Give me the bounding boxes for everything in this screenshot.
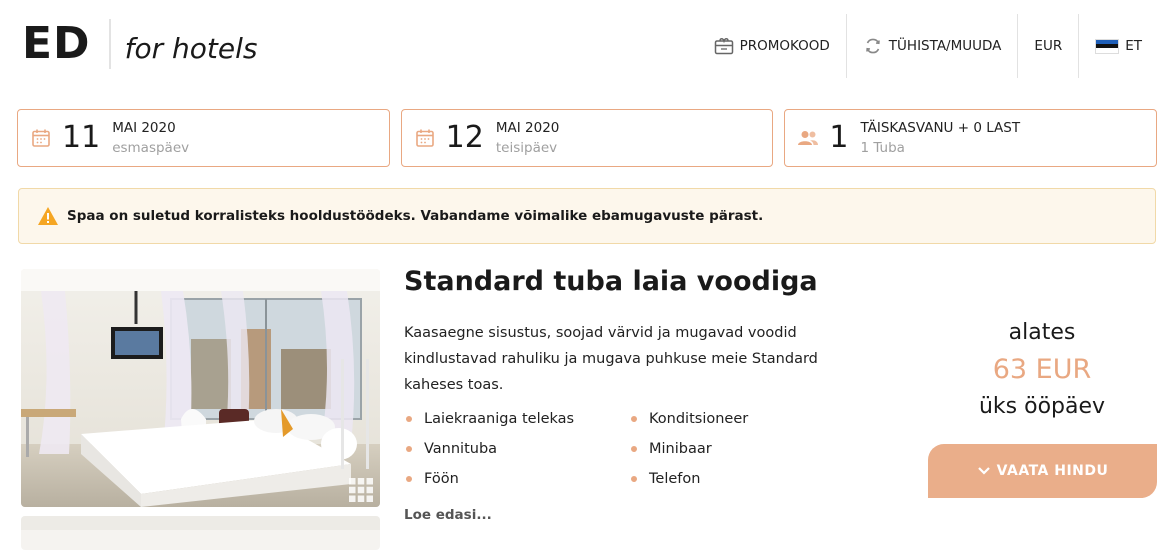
room-description: Kaasaegne sisustus, soojad värvid ja mug… xyxy=(404,325,818,393)
rooms-count: 1 Tuba xyxy=(860,140,905,156)
view-prices-button[interactable]: VAATA HINDU xyxy=(928,444,1157,498)
bullet-icon xyxy=(406,416,412,422)
room-photo[interactable] xyxy=(21,269,380,507)
guests-text: TÄISKASVANU + 0 LAST 1 Tuba xyxy=(860,120,1020,156)
amenity-item: Telefon xyxy=(631,468,856,490)
checkout-month: MAI 2020 xyxy=(495,120,560,136)
checkin-weekday: esmaspäev xyxy=(112,140,190,156)
gift-card-icon xyxy=(714,36,734,56)
bullet-icon xyxy=(631,416,637,422)
promo-code-label: PROMOKOOD xyxy=(739,38,830,54)
checkin-text: MAI 2020 esmaspäev xyxy=(112,120,189,156)
checkout-date-picker[interactable]: 12 MAI 2020 teisipäev xyxy=(400,109,774,167)
bullet-icon xyxy=(631,446,637,452)
amenity-label: Vannituba xyxy=(424,441,498,457)
checkout-text: MAI 2020 teisipäev xyxy=(496,120,560,156)
amenity-label: Konditsioneer xyxy=(649,411,749,427)
amenity-label: Föön xyxy=(424,471,459,487)
amenity-item: Minibaar xyxy=(631,438,856,460)
grid-icon[interactable] xyxy=(348,477,374,503)
bullet-icon xyxy=(406,476,412,482)
view-prices-label: VAATA HINDU xyxy=(996,463,1109,479)
amenity-item: Vannituba xyxy=(406,438,631,460)
guests-count: 1 xyxy=(829,120,849,155)
amenity-item: Laiekraaniga telekas xyxy=(406,408,631,430)
brand-logo[interactable]: ED for hotels xyxy=(22,18,257,70)
amenity-label: Telefon xyxy=(649,471,701,487)
estonian-flag-icon xyxy=(1095,38,1120,54)
calendar-icon xyxy=(30,127,52,149)
price-per-label: üks ööpäev xyxy=(978,394,1106,419)
language-selector[interactable]: ET xyxy=(1078,14,1158,78)
spa-closed-alert: Spaa on suletud korralisteks hooldustööd… xyxy=(18,188,1156,244)
checkout-day: 12 xyxy=(445,120,484,155)
logo-sub-text: for hotels xyxy=(124,31,258,65)
read-more-link[interactable]: Loe edasi... xyxy=(404,507,492,523)
room-title: Standard tuba laia voodiga xyxy=(404,266,818,297)
checkout-weekday: teisipäev xyxy=(495,140,558,156)
logo-main-text: ED xyxy=(22,18,91,69)
room-image xyxy=(21,269,380,507)
alert-message: Spaa on suletud korralisteks hooldustööd… xyxy=(67,208,764,224)
currency-label: EUR xyxy=(1034,38,1063,54)
checkin-month: MAI 2020 xyxy=(112,120,176,136)
amenity-label: Laiekraaniga telekas xyxy=(424,411,575,427)
cancel-modify-label: TÜHISTA/MUUDA xyxy=(888,38,1002,54)
checkin-date-picker[interactable]: 11 MAI 2020 esmaspäev xyxy=(17,109,390,167)
booking-bar: 11 MAI 2020 esmaspäev 12 MAI 2020 teisip… xyxy=(17,109,1158,167)
bullet-icon xyxy=(631,476,637,482)
room-photo-reflection xyxy=(21,516,380,550)
warning-icon xyxy=(38,207,58,225)
checkin-day: 11 xyxy=(62,120,101,155)
language-label: ET xyxy=(1125,38,1142,54)
top-navigation: PROMOKOOD TÜHISTA/MUUDA EUR ET xyxy=(698,14,1158,78)
price-block: alates 63 EUR üks ööpäev xyxy=(928,316,1156,424)
amenity-item: Konditsioneer xyxy=(631,408,856,430)
price-from-label: alates xyxy=(1008,320,1076,345)
calendar-icon xyxy=(414,127,436,149)
guests-label: TÄISKASVANU + 0 LAST xyxy=(860,120,1021,136)
people-icon xyxy=(797,127,819,149)
refresh-icon xyxy=(863,36,883,56)
currency-selector[interactable]: EUR xyxy=(1017,14,1078,78)
chevron-down-icon xyxy=(977,467,990,475)
price-value: 63 EUR xyxy=(992,354,1092,385)
amenity-label: Minibaar xyxy=(649,441,712,457)
amenities-list: Laiekraaniga telekas Konditsioneer Vanni… xyxy=(406,408,866,490)
bullet-icon xyxy=(406,446,412,452)
guests-selector[interactable]: 1 TÄISKASVANU + 0 LAST 1 Tuba xyxy=(784,109,1158,167)
cancel-modify-button[interactable]: TÜHISTA/MUUDA xyxy=(845,14,1018,78)
amenity-item: Föön xyxy=(406,468,631,490)
logo-divider xyxy=(108,19,111,69)
promo-code-button[interactable]: PROMOKOOD xyxy=(698,14,846,78)
